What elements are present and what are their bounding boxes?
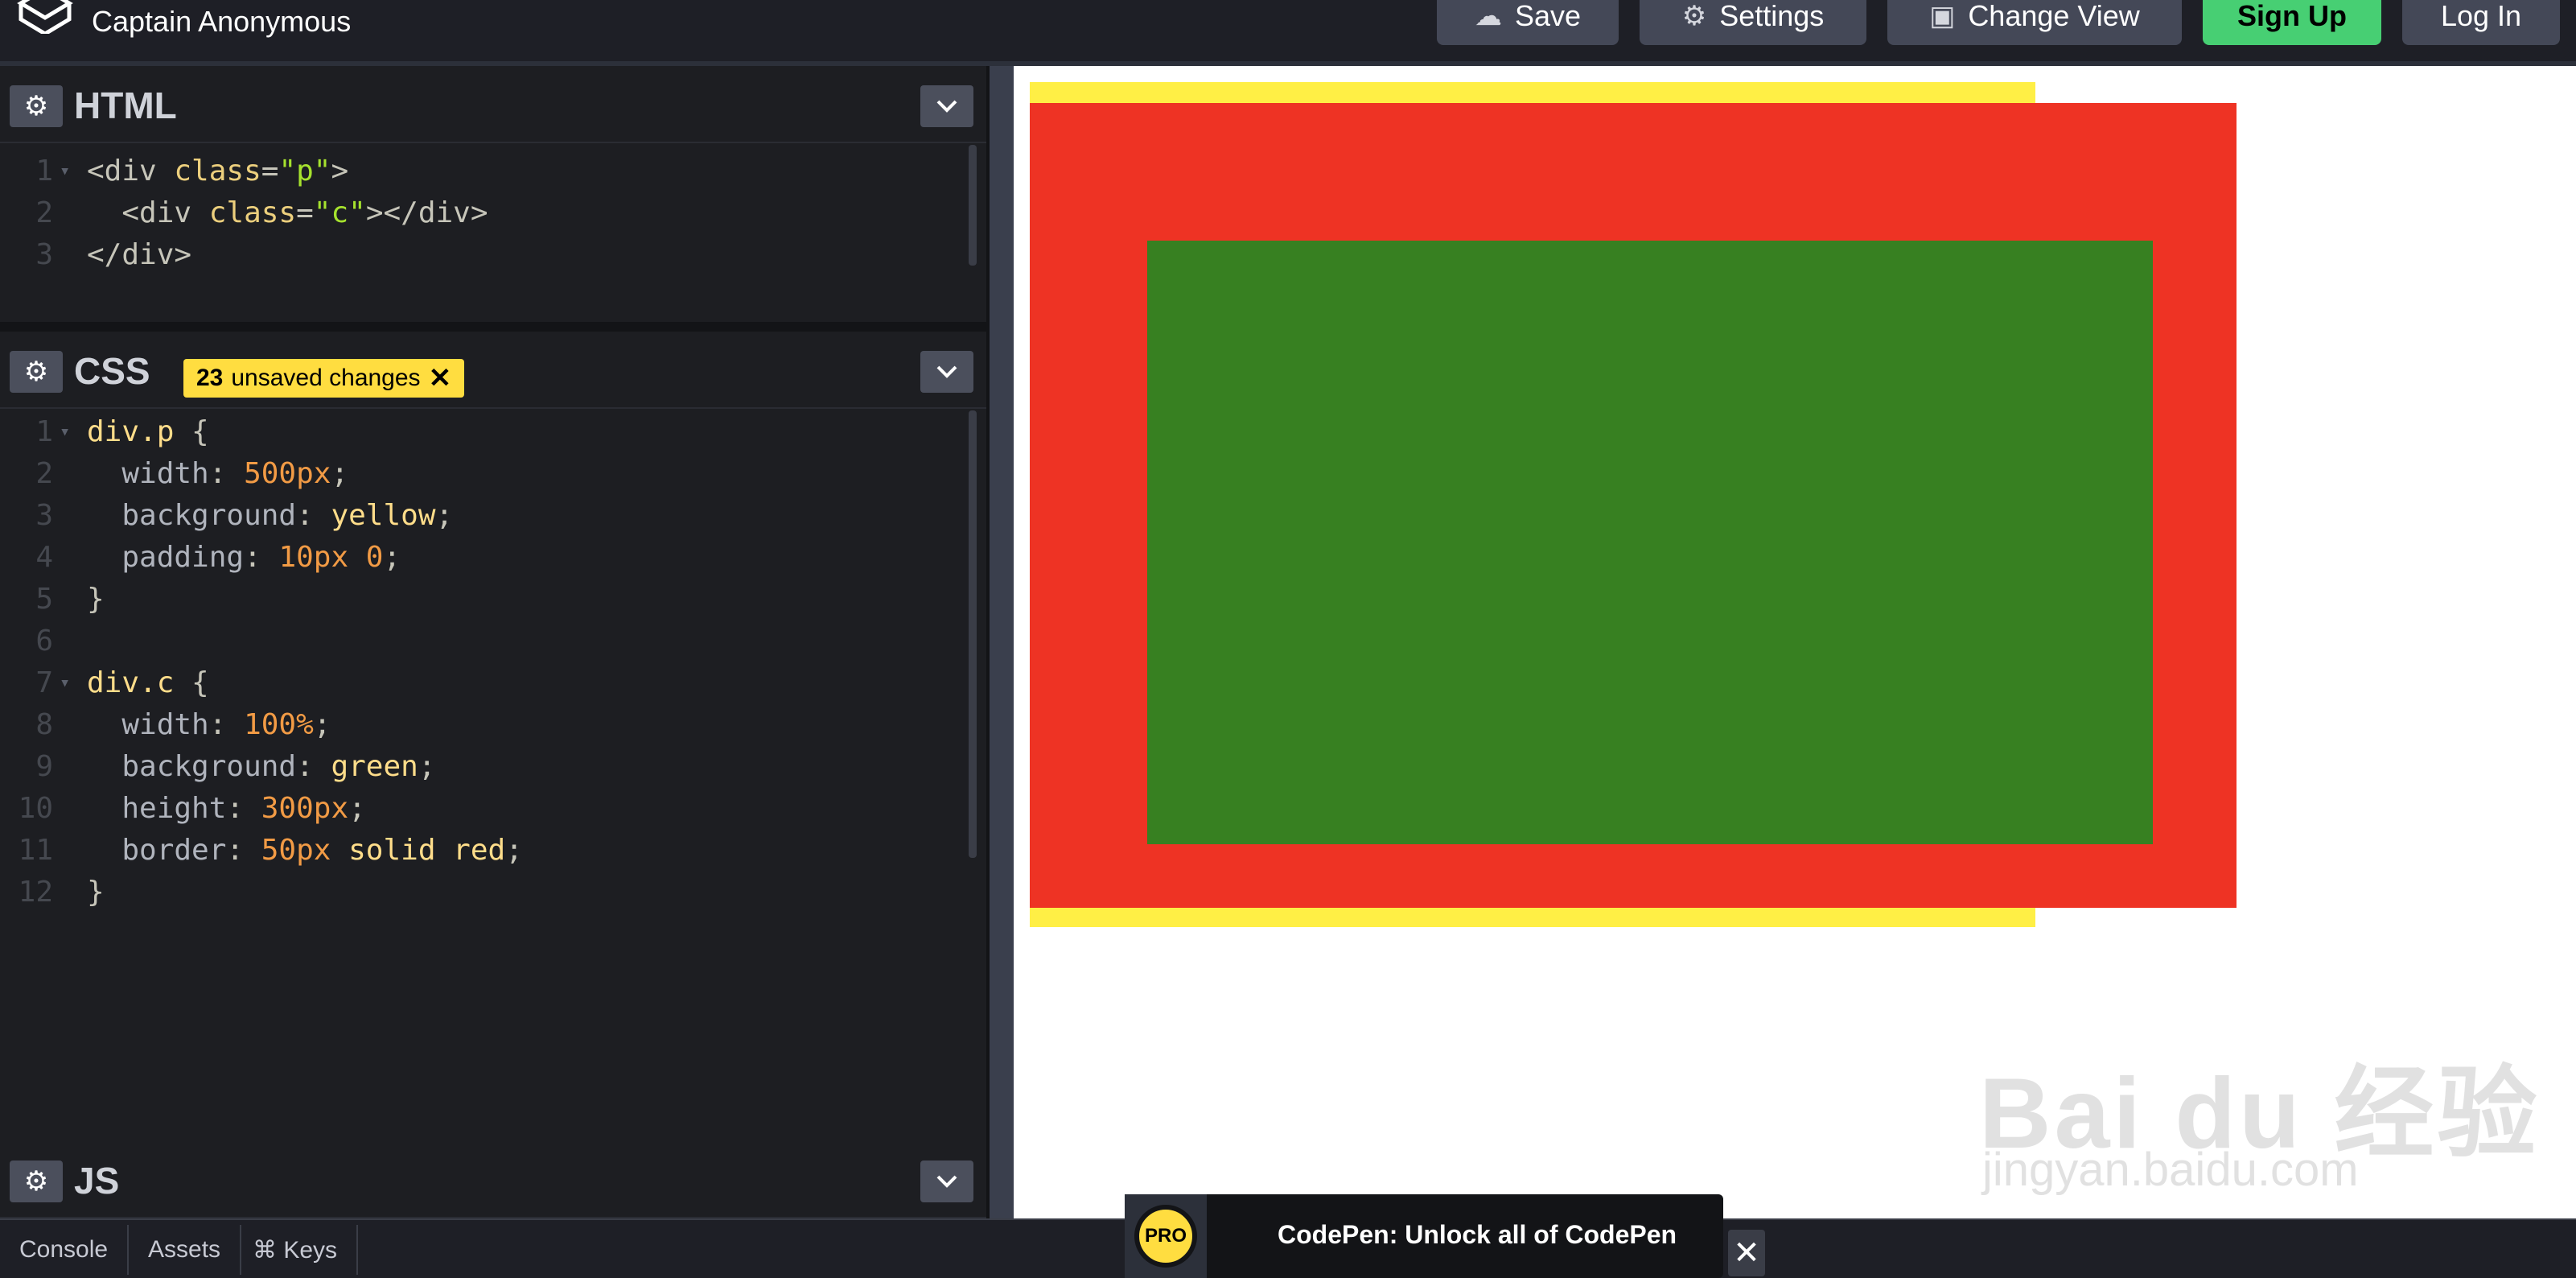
code-text[interactable]: background: yellow; [87, 499, 453, 532]
code-text[interactable]: height: 300px; [87, 792, 365, 825]
pro-promo-banner[interactable]: PRO CodePen: Unlock all of CodePen [1125, 1194, 1723, 1278]
css-collapse-chevron-icon[interactable] [920, 351, 973, 393]
line-number: 5 [35, 583, 53, 616]
code-line[interactable]: 1 ▾ div.p { [0, 415, 965, 457]
code-line[interactable]: 5} [0, 583, 965, 625]
code-line[interactable]: 12} [0, 876, 965, 917]
line-number: 2 [35, 457, 53, 490]
code-text[interactable]: </div> [87, 238, 191, 271]
code-text[interactable]: border: 50px solid red; [87, 834, 523, 867]
code-text[interactable]: width: 100%; [87, 708, 331, 741]
html-collapse-chevron-icon[interactable] [920, 85, 973, 127]
code-text[interactable]: div.c { [87, 666, 209, 699]
line-number: 10 [18, 792, 53, 825]
preview-green-content-box [1147, 241, 2153, 844]
code-line[interactable]: 9 background: green; [0, 750, 965, 792]
line-number: 4 [35, 541, 53, 574]
code-line[interactable]: 4 padding: 10px 0; [0, 541, 965, 583]
baidu-watermark-url: jingyan.baidu.com [1982, 1144, 2359, 1196]
html-pane-title: HTML [74, 85, 177, 126]
fold-arrow-icon[interactable]: ▾ [60, 161, 70, 181]
code-line[interactable]: 3 </div> [0, 238, 965, 280]
editor-column: ⚙ HTML 1 ▾ <div class="p"> 2 <div class="c"… [0, 66, 990, 1218]
code-line[interactable]: 1 ▾ <div class="p"> [0, 155, 965, 196]
css-code-editor[interactable]: 1 ▾ div.p {2 width: 500px; 3 background: ye… [0, 415, 986, 1188]
css-pane-header: ⚙ CSS 23 unsaved changes ✕ [0, 332, 986, 409]
code-line[interactable]: 6 [0, 625, 965, 666]
gear-icon: ⚙ [1681, 1, 1707, 31]
html-pane-header: ⚙ HTML [0, 66, 986, 143]
log-in-button[interactable]: Log In [2402, 0, 2560, 45]
js-collapse-chevron-icon[interactable] [920, 1161, 973, 1202]
js-pane: ⚙ JS [0, 1141, 986, 1218]
fold-arrow-icon[interactable]: ▾ [60, 673, 70, 693]
line-number: 2 [35, 196, 53, 229]
html-pane: ⚙ HTML 1 ▾ <div class="p"> 2 <div class="c"… [0, 66, 986, 322]
line-number: 7 [35, 666, 53, 699]
layout-icon: ▣ [1929, 1, 1956, 31]
settings-label: Settings [1719, 0, 1825, 32]
line-number: 6 [35, 625, 53, 658]
change-view-button[interactable]: ▣ Change View [1887, 0, 2182, 45]
code-text[interactable]: <div class="c"></div> [87, 196, 488, 229]
code-line[interactable]: 11 border: 50px solid red; [0, 834, 965, 876]
promo-close-icon[interactable]: ✕ [1728, 1230, 1765, 1276]
line-number: 3 [35, 238, 53, 271]
pro-badge-area: PRO [1125, 1194, 1207, 1278]
keys-button[interactable]: ⌘ Keys [233, 1225, 359, 1275]
preview-red-border-box [1030, 103, 2237, 908]
unsaved-count: 23 [196, 365, 224, 391]
line-number: 9 [35, 750, 53, 783]
code-text[interactable]: width: 500px; [87, 457, 348, 490]
line-number: 1 [35, 155, 53, 188]
cloud-icon: ☁ [1474, 1, 1502, 31]
code-line[interactable]: 2 width: 500px; [0, 457, 965, 499]
code-line[interactable]: 3 background: yellow; [0, 499, 965, 541]
change-view-label: Change View [1968, 0, 2140, 32]
code-line[interactable]: 8 width: 100%; [0, 708, 965, 750]
fold-arrow-icon[interactable]: ▾ [60, 422, 70, 442]
assets-button[interactable]: Assets [129, 1225, 242, 1275]
html-scrollbar[interactable] [969, 145, 977, 266]
js-pane-title: JS [74, 1160, 120, 1202]
code-text[interactable]: } [87, 583, 105, 616]
code-line[interactable]: 7 ▾ div.c { [0, 666, 965, 708]
code-text[interactable]: <div class="p"> [87, 155, 348, 188]
code-text[interactable]: } [87, 876, 105, 909]
unsaved-changes-badge[interactable]: 23 unsaved changes ✕ [183, 359, 465, 398]
save-button[interactable]: ☁ Save [1437, 0, 1619, 45]
codepen-logo-icon[interactable] [14, 0, 76, 34]
html-settings-gear-icon[interactable]: ⚙ [10, 85, 63, 127]
promo-text: CodePen: Unlock all of CodePen [1278, 1220, 1677, 1249]
pane-resize-divider[interactable] [990, 66, 1014, 1218]
html-code-editor[interactable]: 1 ▾ <div class="p"> 2 <div class="c"></div>… [0, 155, 986, 315]
line-number: 11 [18, 834, 53, 867]
sign-up-button[interactable]: Sign Up [2203, 0, 2381, 45]
code-text[interactable]: background: green; [87, 750, 435, 783]
js-settings-gear-icon[interactable]: ⚙ [10, 1161, 63, 1202]
css-settings-gear-icon[interactable]: ⚙ [10, 351, 63, 393]
line-number: 12 [18, 876, 53, 909]
line-number: 8 [35, 708, 53, 741]
console-button[interactable]: Console [0, 1225, 130, 1275]
pen-owner-name[interactable]: Captain Anonymous [92, 5, 351, 39]
code-text[interactable]: div.p { [87, 415, 209, 448]
line-number: 3 [35, 499, 53, 532]
dismiss-badge-close-icon[interactable]: ✕ [429, 362, 452, 394]
settings-button[interactable]: ⚙ Settings [1640, 0, 1866, 45]
unsaved-label: unsaved changes [231, 365, 421, 391]
pro-badge-icon: PRO [1134, 1205, 1197, 1268]
css-scrollbar[interactable] [969, 410, 977, 858]
save-label: Save [1514, 0, 1582, 32]
code-line[interactable]: 2 <div class="c"></div> [0, 196, 965, 238]
code-line[interactable]: 10 height: 300px; [0, 792, 965, 834]
js-pane-header: ⚙ JS [0, 1141, 986, 1218]
top-header: Captain Anonymous ☁ Save ⚙ Settings ▣ Ch… [0, 0, 2576, 66]
css-pane-title: CSS [74, 350, 150, 392]
code-text[interactable]: padding: 10px 0; [87, 541, 401, 574]
css-pane: ⚙ CSS 23 unsaved changes ✕ 1 ▾ div.p {2 wi… [0, 332, 986, 1206]
line-number: 1 [35, 415, 53, 448]
